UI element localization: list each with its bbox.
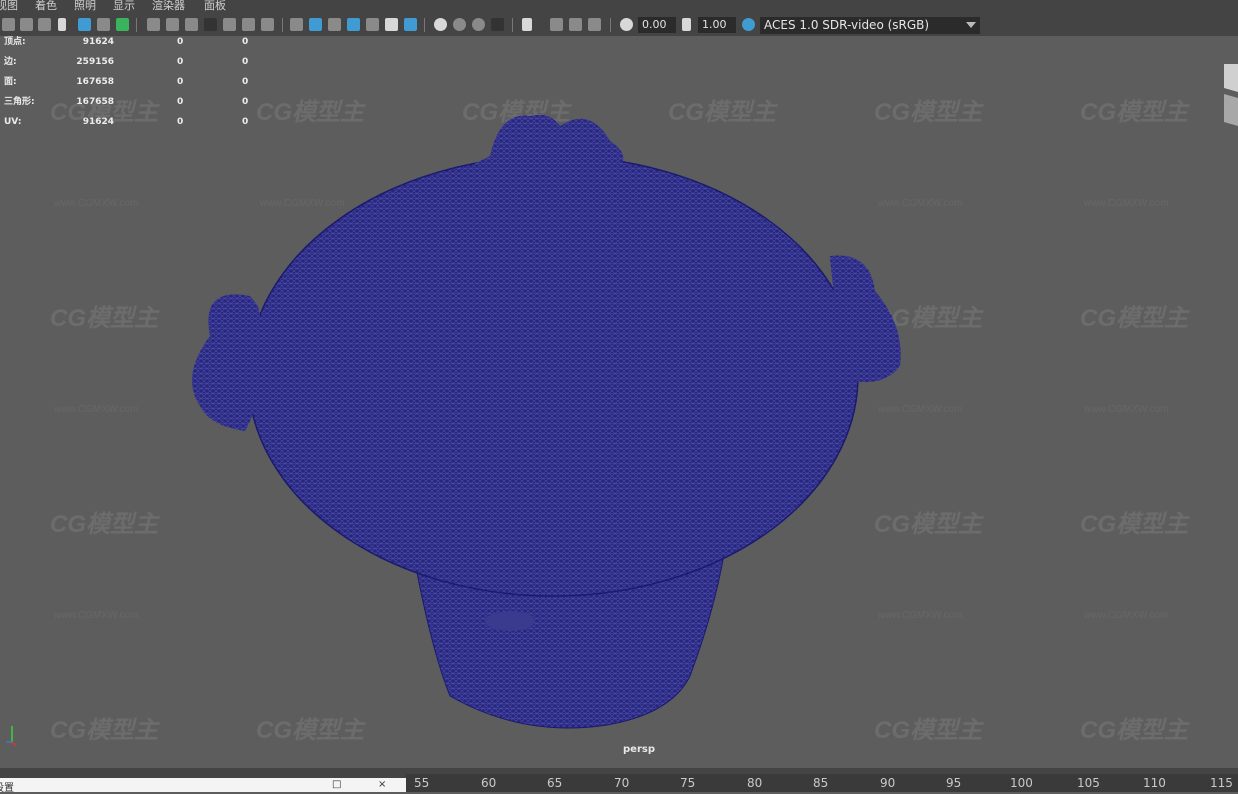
menu-lighting[interactable]: 照明	[74, 0, 96, 12]
film-gate-icon[interactable]	[166, 18, 179, 31]
grid-toggle-icon[interactable]	[147, 18, 160, 31]
floating-window-titlebar[interactable]: 设置 □ ×	[0, 778, 406, 794]
close-icon[interactable]: ×	[378, 779, 386, 790]
hud-value: 0	[177, 57, 184, 67]
tick-label: 75	[680, 776, 696, 790]
wireframe-icon[interactable]	[290, 18, 303, 31]
tick-label: 110	[1143, 776, 1166, 790]
menu-renderer[interactable]: 渲染器	[152, 0, 185, 12]
gate-mask-icon[interactable]	[204, 18, 217, 31]
view-cube-icon[interactable]	[1222, 64, 1238, 126]
hud-value: 259156	[76, 57, 114, 67]
gamma-icon[interactable]	[682, 18, 691, 31]
pencil-icon[interactable]	[116, 18, 129, 31]
ambient-occlusion-icon[interactable]	[404, 18, 417, 31]
tick-label: 90	[880, 776, 896, 790]
panel-toolbar: 0.00 1.00 ACES 1.0 SDR-video (sRGB)	[0, 13, 1238, 36]
xray-joints-icon[interactable]	[550, 18, 563, 31]
top-ornament	[470, 114, 624, 166]
lights-icon[interactable]	[366, 18, 379, 31]
hud-value: 0	[242, 117, 249, 127]
tick-label: 60	[481, 776, 497, 790]
safe-title-icon[interactable]	[261, 18, 274, 31]
hud-value: 0	[242, 57, 249, 67]
hud-label: UV:	[4, 117, 22, 127]
exposure-icon[interactable]	[620, 18, 633, 31]
image-plane-icon[interactable]	[58, 18, 66, 31]
hud-value: 0	[242, 77, 249, 87]
resolution-gate-icon[interactable]	[185, 18, 198, 31]
backface-icon[interactable]	[588, 18, 601, 31]
tick-label: 100	[1010, 776, 1033, 790]
backface-icon[interactable]	[569, 18, 582, 31]
hud-value: 0	[177, 37, 184, 47]
pan-zoom-icon[interactable]	[97, 18, 110, 31]
tick-label: 65	[547, 776, 563, 790]
exposure-field[interactable]: 0.00	[638, 17, 676, 33]
axis-gizmo-icon	[6, 726, 17, 747]
wireframe-model[interactable]	[0, 36, 1238, 768]
hud-value: 91624	[82, 117, 114, 127]
base-hole	[485, 611, 535, 631]
toolbar-separator	[610, 18, 611, 32]
tick-label: 70	[614, 776, 630, 790]
color-mgmt-icon[interactable]	[742, 18, 755, 31]
hud-value: 167658	[76, 77, 114, 87]
model-top	[192, 114, 901, 597]
smooth-shade-icon[interactable]	[309, 18, 322, 31]
menu-view[interactable]: 视图	[0, 0, 18, 12]
hud-value: 0	[242, 97, 249, 107]
shadows-icon[interactable]	[385, 18, 398, 31]
hud-label: 边:	[4, 57, 17, 67]
toolbar-separator	[512, 18, 513, 32]
chevron-down-icon	[966, 22, 976, 28]
hud-label: 三角形:	[4, 97, 35, 107]
hud-value: 0	[177, 77, 184, 87]
camera-name-label: persp	[623, 744, 655, 755]
hud-value: 0	[177, 117, 184, 127]
hud-value: 0	[242, 37, 249, 47]
anti-alias-icon[interactable]	[453, 18, 466, 31]
panel-menubar: 视图 着色 照明 显示 渲染器 面板	[0, 0, 1238, 13]
tick-label: 95	[946, 776, 962, 790]
tick-label: 80	[747, 776, 763, 790]
hud-value: 91624	[82, 37, 114, 47]
motion-blur-icon[interactable]	[434, 18, 447, 31]
field-chart-icon[interactable]	[223, 18, 236, 31]
default-lighting-icon[interactable]	[328, 18, 341, 31]
time-slider-ticks[interactable]: 55 60 65 70 75 80 85 90 95 100 105 110 1…	[406, 774, 1238, 792]
xray-icon[interactable]	[522, 18, 532, 31]
gamma-field[interactable]: 1.00	[698, 17, 736, 33]
hud-value: 0	[177, 97, 184, 107]
toolbar-separator	[424, 18, 425, 32]
menu-shading[interactable]: 着色	[35, 0, 57, 12]
bookmark-icon[interactable]	[38, 18, 51, 31]
maximize-icon[interactable]: □	[332, 779, 341, 790]
menu-panels[interactable]: 面板	[204, 0, 226, 12]
left-ornament	[192, 294, 265, 431]
menu-show[interactable]: 显示	[113, 0, 135, 12]
grid-icon[interactable]	[78, 18, 91, 31]
camera-attr-icon[interactable]	[20, 18, 33, 31]
hud-label: 顶点:	[4, 37, 26, 47]
safe-action-icon[interactable]	[242, 18, 255, 31]
color-space-label: ACES 1.0 SDR-video (sRGB)	[764, 18, 930, 32]
tick-label: 105	[1077, 776, 1100, 790]
camera-icon[interactable]	[2, 18, 15, 31]
tick-label: 115	[1210, 776, 1233, 790]
isolate-select-icon[interactable]	[491, 18, 504, 31]
3d-viewport[interactable]: CG模型主 CG模型主 CG模型主 CG模型主 CG模型主 CG模型主 www.…	[0, 36, 1238, 768]
color-space-select[interactable]: ACES 1.0 SDR-video (sRGB)	[760, 17, 980, 34]
depth-of-field-icon[interactable]	[472, 18, 485, 31]
tick-label: 55	[414, 776, 430, 790]
toolbar-separator	[282, 18, 283, 32]
texture-icon[interactable]	[347, 18, 360, 31]
hud-value: 167658	[76, 97, 114, 107]
hud-label: 面:	[4, 77, 17, 87]
tick-label: 85	[813, 776, 829, 790]
toolbar-separator	[136, 18, 137, 32]
